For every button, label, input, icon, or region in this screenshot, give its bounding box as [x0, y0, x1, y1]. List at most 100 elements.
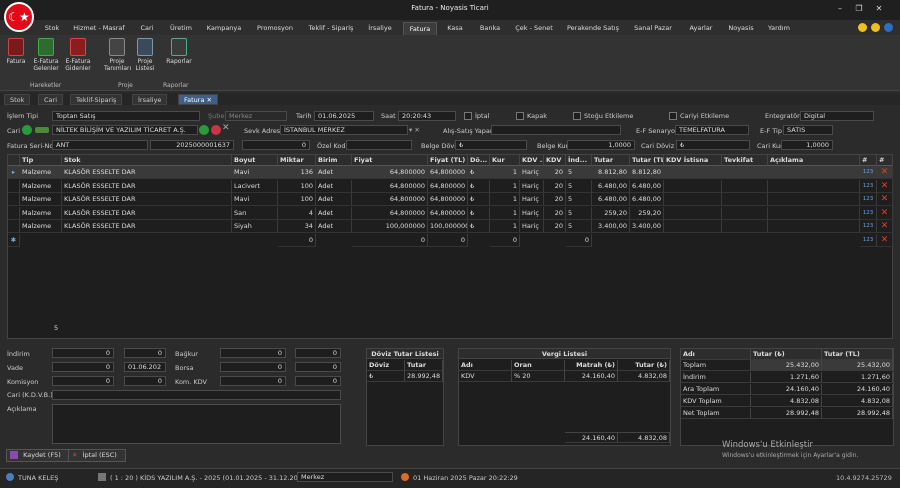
ef-senaryo-select[interactable]: TEMELFATURA	[675, 125, 749, 135]
cari-field[interactable]: NİLTEK BİLİŞİM VE YAZILIM TİCARET A.Ş.	[52, 125, 198, 135]
stogu-etkileme-checkbox[interactable]	[573, 112, 581, 120]
grid-header-fiyat-tl-col[interactable]: Fiyat (TL)	[428, 155, 468, 166]
grid-cell-stok-col[interactable]: KLASÖR ESSELTE DAR	[62, 193, 232, 206]
sevk-dropdown-icon[interactable]: ▾ ✕	[409, 126, 420, 134]
grid-cell-tip-col[interactable]: Malzeme	[20, 206, 62, 220]
grid-cell-tip-col[interactable]: Malzeme	[20, 193, 62, 206]
clear-cari-icon[interactable]: ✕	[222, 123, 230, 133]
grid-cell-tutar-tl-col[interactable]: 6.480,00	[630, 179, 664, 193]
grid-header-miktar-col[interactable]: Miktar	[278, 155, 316, 166]
tab-stok[interactable]: Stok	[4, 94, 31, 105]
totals-cell[interactable]: İndirim	[681, 372, 751, 383]
grid-cell-aciklama-col[interactable]	[768, 166, 860, 179]
delete-row-icon[interactable]: ✕	[877, 206, 893, 220]
totals-cell[interactable]: Ara Toplam	[681, 384, 751, 395]
info-icon[interactable]	[884, 23, 893, 32]
grid-cell-aciklama-col[interactable]	[768, 220, 860, 233]
grid-header-tevkifat-col[interactable]: Tevkifat	[722, 155, 768, 166]
cari-doviz-select[interactable]: ₺	[676, 140, 750, 150]
row-indicator[interactable]	[8, 220, 20, 233]
totals-cell[interactable]: 24.160,40	[822, 384, 893, 395]
grid-cell-indirim-col[interactable]: 5	[566, 220, 592, 233]
borsa-field-a[interactable]: 0	[220, 362, 286, 372]
komisyon-field-a[interactable]: 0	[52, 376, 114, 386]
new-row-fiyat-tl-col[interactable]: 0	[428, 233, 468, 247]
delete-row-icon[interactable]: ✕	[877, 233, 893, 247]
grid-header-tutar-col[interactable]: Tutar	[592, 155, 630, 166]
grid-header-kdv-col[interactable]: KDV	[544, 155, 566, 166]
grid-cell-indirim-col[interactable]: 5	[566, 206, 592, 220]
cari-card-icon[interactable]	[35, 127, 49, 133]
grid-cell-kdv-col[interactable]: 20	[544, 166, 566, 179]
new-row-indicator[interactable]: ✱	[8, 233, 20, 247]
row-number-icon[interactable]: 123	[860, 193, 877, 206]
row-indicator[interactable]	[8, 179, 20, 193]
row-number-icon[interactable]: 123	[860, 166, 877, 179]
grid-cell-birim-col[interactable]: Adet	[316, 220, 352, 233]
grid-cell-aciklama-col[interactable]	[768, 193, 860, 206]
totals-cell[interactable]: 1.271,60	[751, 372, 822, 383]
grid-header-kdv-dahil-col[interactable]: KDV ...	[520, 155, 544, 166]
proje-tanimlari-button[interactable]: Proje Tanımları	[104, 38, 131, 72]
grid-cell-indirim-col[interactable]: 5	[566, 193, 592, 206]
cari-kur-field[interactable]: 1,0000	[781, 140, 833, 150]
grid-cell-tevkifat-col[interactable]	[722, 220, 768, 233]
islem-tipi-field[interactable]: Toptan Satış	[52, 111, 200, 121]
grid-cell-kdv-istisna-col[interactable]	[664, 206, 722, 220]
grid-header-stok-col[interactable]: Stok	[62, 155, 232, 166]
grid-cell-kdv-dahil-col[interactable]: Hariç	[520, 206, 544, 220]
grid-cell-fiyat-tl-col[interactable]: 64,800000	[428, 206, 468, 220]
grid-cell-doviz-col[interactable]: ₺	[468, 179, 490, 193]
grid-cell-birim-col[interactable]: Adet	[316, 166, 352, 179]
grid-header-fiyat-col[interactable]: Fiyat	[352, 155, 428, 166]
grid-cell-kdv-istisna-col[interactable]	[664, 179, 722, 193]
grid-cell-tevkifat-col[interactable]	[722, 206, 768, 220]
sube-field[interactable]: Merkez	[225, 111, 287, 121]
grid-header-tip-col[interactable]: Tip	[20, 155, 62, 166]
grid-cell-kdv-col[interactable]: 20	[544, 179, 566, 193]
delete-row-icon[interactable]: ✕	[877, 179, 893, 193]
grid-cell-kur-col[interactable]: 1	[490, 206, 520, 220]
grid-cell-birim-col[interactable]: Adet	[316, 193, 352, 206]
grid-cell-boyut-col[interactable]: Sarı	[232, 206, 278, 220]
indirim-field-b[interactable]: 0	[124, 348, 166, 358]
grid-cell-stok-col[interactable]: KLASÖR ESSELTE DAR	[62, 206, 232, 220]
grid-cell-miktar-col[interactable]: 100	[278, 179, 316, 193]
vergi-row-oran[interactable]: % 20	[512, 371, 565, 382]
close-button[interactable]: ✕	[872, 3, 886, 15]
belge-kur-field[interactable]: 1,0000	[567, 140, 635, 150]
row-number-icon[interactable]: 123	[860, 220, 877, 233]
ef-tip-select[interactable]: SATIS	[783, 125, 833, 135]
totals-cell[interactable]: 25.432,00	[822, 360, 893, 371]
iptal-checkbox[interactable]	[464, 112, 472, 120]
vergi-row-matrah[interactable]: 24.160,40	[565, 371, 618, 382]
new-row-kur-col[interactable]: 0	[490, 233, 520, 247]
bagkur-field-b[interactable]: 0	[295, 348, 341, 358]
grid-cell-kdv-col[interactable]: 20	[544, 220, 566, 233]
menu-noyasis[interactable]: Noyasis	[724, 22, 758, 35]
new-row-fiyat-col[interactable]: 0	[352, 233, 428, 247]
menu-cari[interactable]: Cari	[136, 22, 158, 35]
cari-kdvb-field[interactable]	[52, 390, 341, 400]
grid-cell-fiyat-tl-col[interactable]: 100,000000	[428, 220, 468, 233]
grid-cell-fiyat-col[interactable]: 64,800000	[352, 206, 428, 220]
grid-cell-stok-col[interactable]: KLASÖR ESSELTE DAR	[62, 166, 232, 179]
grid-header-doviz-col[interactable]: Dö...	[468, 155, 490, 166]
menu-promosyon[interactable]: Promosyon	[254, 22, 296, 35]
grid-cell-fiyat-tl-col[interactable]: 64,800000	[428, 193, 468, 206]
grid-cell-kur-col[interactable]: 1	[490, 179, 520, 193]
menu-hizmet-masraf[interactable]: Hizmet - Masraf	[72, 22, 126, 35]
delete-row-icon[interactable]: ✕	[877, 166, 893, 179]
grid-cell-tip-col[interactable]: Malzeme	[20, 220, 62, 233]
totals-cell[interactable]: 28.992,48	[822, 408, 893, 419]
grid-cell-fiyat-tl-col[interactable]: 64,800000	[428, 179, 468, 193]
row-number-icon[interactable]: 123	[860, 179, 877, 193]
indirim-field-a[interactable]: 0	[52, 348, 114, 358]
grid-cell-tutar-col[interactable]: 6.480,00	[592, 179, 630, 193]
grid-header-indirim-col[interactable]: İnd...	[566, 155, 592, 166]
seri-extra-field[interactable]: 0	[242, 140, 310, 150]
cancel-button[interactable]: ✕ İptal (ESC)	[68, 449, 126, 462]
aciklama-textarea[interactable]	[52, 404, 341, 444]
row-number-icon[interactable]: 123	[860, 233, 877, 247]
bagkur-field-a[interactable]: 0	[220, 348, 286, 358]
